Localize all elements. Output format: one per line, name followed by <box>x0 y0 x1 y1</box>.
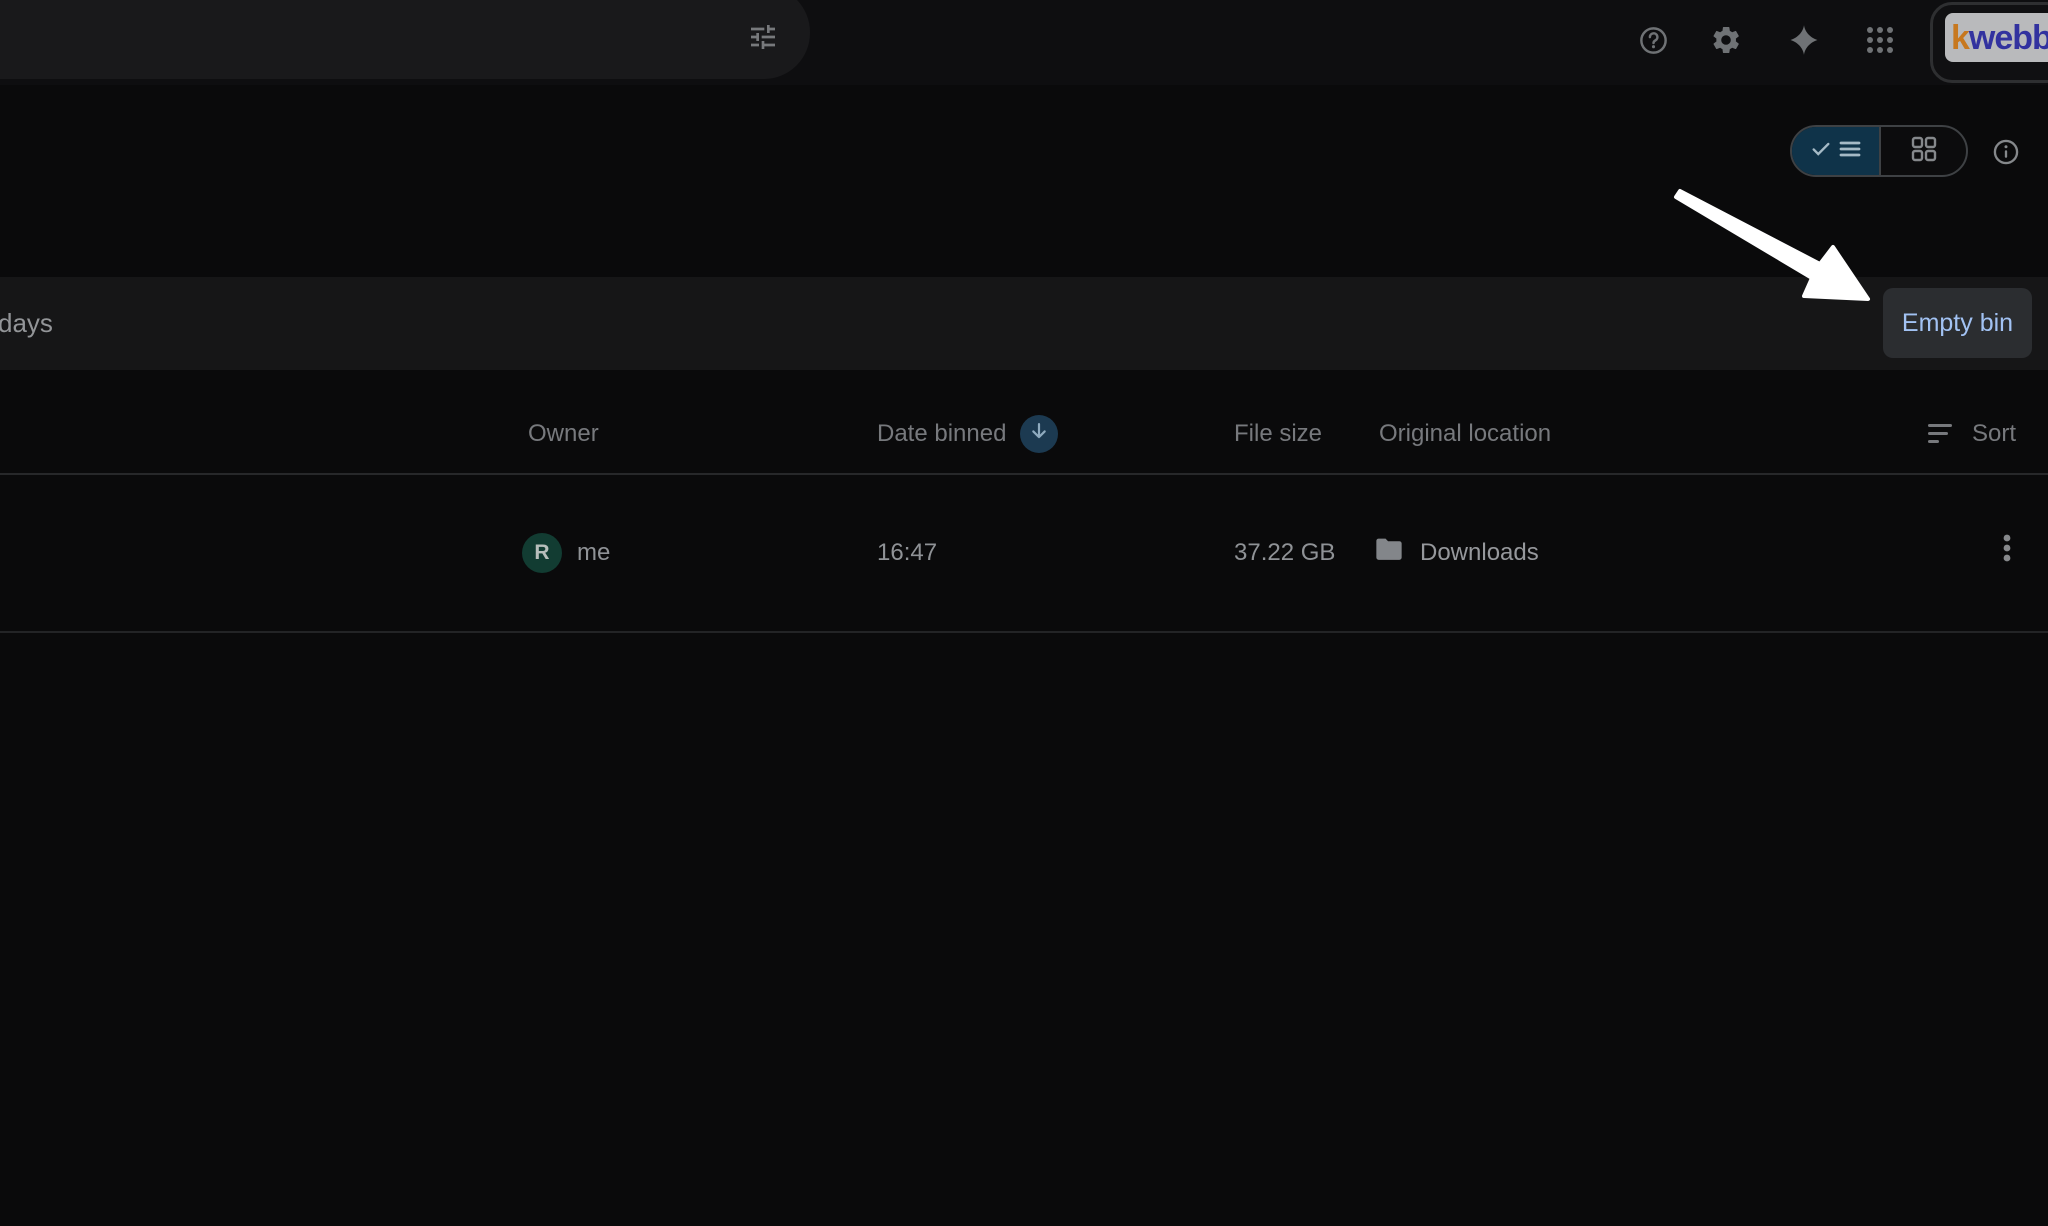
empty-bin-button[interactable]: Empty bin <box>1883 288 2032 358</box>
sort-icon <box>1928 424 1952 444</box>
help-icon <box>1638 25 1669 56</box>
sort-direction-chip[interactable] <box>1020 415 1058 453</box>
owner-name: me <box>577 539 610 567</box>
list-view-button[interactable] <box>1792 127 1879 175</box>
settings-button[interactable] <box>1708 22 1744 58</box>
owner-cell: R me <box>522 474 610 631</box>
bin-retention-banner: days Empty bin <box>0 277 2048 370</box>
info-icon <box>1992 153 2020 170</box>
location-name: Downloads <box>1420 539 1539 567</box>
retention-text: days <box>0 277 53 370</box>
column-header-owner: Owner <box>528 394 599 474</box>
more-actions-button[interactable] <box>1989 535 2025 571</box>
sort-label: Sort <box>1972 420 2016 448</box>
apps-grid-icon <box>1865 25 1895 55</box>
logo-letter-k: k <box>1951 19 1969 57</box>
column-header-file-size: File size <box>1234 394 1322 474</box>
sort-menu-button[interactable]: Sort <box>1928 394 2016 474</box>
grid-view-button[interactable] <box>1879 127 1966 175</box>
logo-text-webb: webb <box>1969 19 2048 57</box>
file-list-header: Owner Date binned File size Original loc… <box>0 394 2048 474</box>
account-logo-image: kwebbb <box>1945 13 2048 62</box>
grid-view-icon <box>1911 136 1937 167</box>
row-divider <box>0 631 2048 633</box>
arrow-down-icon <box>1028 420 1050 449</box>
column-header-original-location: Original location <box>1379 394 1551 474</box>
owner-avatar: R <box>522 533 562 573</box>
drive-bin-page: kwebbb <box>0 0 2048 1226</box>
tune-icon <box>747 21 779 58</box>
column-header-date-binned[interactable]: Date binned <box>877 394 1058 474</box>
search-options-button[interactable] <box>740 16 786 62</box>
gear-icon <box>1710 24 1742 56</box>
table-row[interactable]: R me 16:47 37.22 GB Downloads <box>0 474 2048 631</box>
top-app-bar: kwebbb <box>0 0 2048 85</box>
help-button[interactable] <box>1635 22 1671 58</box>
gemini-sparkle-icon <box>1787 23 1821 57</box>
layout-toggle <box>1790 125 1968 177</box>
list-view-icon <box>1838 137 1862 166</box>
original-location-cell[interactable]: Downloads <box>1375 474 1539 631</box>
kebab-menu-icon <box>2002 533 2012 574</box>
date-binned-label: Date binned <box>877 420 1006 448</box>
folder-icon <box>1375 538 1403 568</box>
details-button[interactable] <box>1992 138 2020 166</box>
account-avatar[interactable]: kwebbb <box>1930 2 2048 83</box>
check-icon <box>1810 138 1832 165</box>
file-size-cell: 37.22 GB <box>1234 474 1335 631</box>
google-apps-button[interactable] <box>1862 22 1898 58</box>
gemini-button[interactable] <box>1786 22 1822 58</box>
date-binned-cell: 16:47 <box>877 474 937 631</box>
search-input[interactable] <box>0 0 810 79</box>
